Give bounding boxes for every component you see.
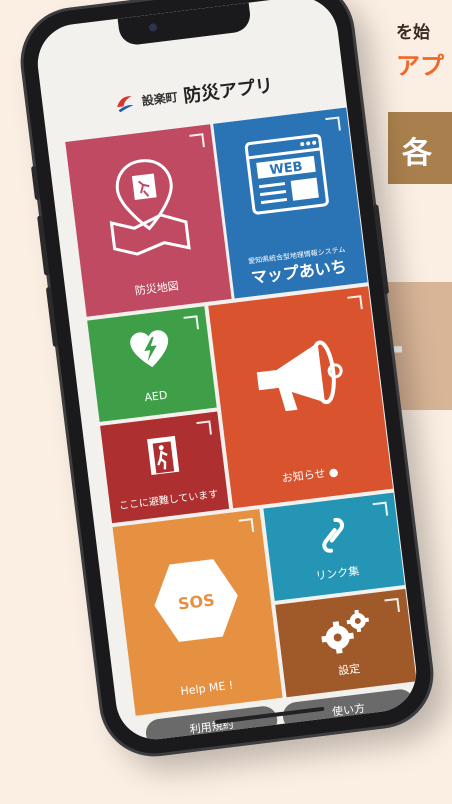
corner-mark-icon: [189, 133, 205, 149]
tile-disaster-map-label: 防災地図: [134, 279, 180, 298]
tile-links[interactable]: リンク集: [263, 492, 405, 601]
background-band: 各: [388, 112, 452, 184]
tile-sos[interactable]: SOS Help ME !: [112, 509, 283, 716]
tile-map-aichi[interactable]: WEB 愛知県統合型地理情報システム マップあいち: [213, 107, 368, 299]
corner-mark-icon: [196, 420, 212, 437]
corner-mark-icon: [384, 597, 400, 614]
tile-notices-label: お知らせ ●: [281, 465, 340, 486]
corner-mark-icon: [183, 315, 200, 331]
town-logo-icon: [117, 96, 134, 113]
app-screen: 設楽町 防災アプリ 防災地図 WEB 愛知県統合型地理情報システム マップあいち…: [33, 0, 421, 744]
phone-mockup: 設楽町 防災アプリ 防災地図 WEB 愛知県統合型地理情報システム マップあいち…: [17, 0, 437, 760]
background-heading-fragment: を始: [396, 23, 430, 43]
gears-icon: [321, 609, 369, 654]
web-icon-text: WEB: [269, 159, 304, 178]
corner-mark-icon: [372, 501, 389, 518]
camera-icon: [148, 23, 158, 32]
sos-hexagon-icon: SOS: [154, 559, 238, 642]
tile-shelter-label: ここに避難しています: [118, 489, 219, 513]
tile-settings-label: 設定: [337, 662, 361, 678]
corner-mark-icon: [238, 518, 255, 534]
heart-bolt-icon: [130, 330, 169, 368]
map-pin-icon: [109, 159, 191, 256]
link-chain-icon: [322, 517, 345, 553]
corner-mark-icon: [347, 295, 363, 311]
background-title-fragment: アプ: [396, 52, 444, 80]
tile-aed[interactable]: AED: [87, 306, 217, 422]
corner-mark-icon: [325, 116, 341, 133]
background-band-text: 各: [402, 136, 432, 171]
tile-shelter-checkin[interactable]: ここに避難しています: [100, 411, 230, 524]
evacuation-door-icon: [147, 435, 180, 476]
app-title: 防災アプリ: [182, 75, 275, 108]
tile-aed-label: AED: [143, 388, 169, 405]
tile-settings[interactable]: 設定: [275, 588, 417, 698]
megaphone-icon: [256, 340, 343, 412]
web-browser-icon: WEB: [244, 133, 329, 215]
tile-sos-label: Help ME !: [179, 678, 234, 699]
tile-disaster-map[interactable]: 防災地図: [65, 124, 232, 317]
tile-notices[interactable]: お知らせ ●: [208, 286, 393, 509]
town-name: 設楽町: [140, 89, 179, 108]
tile-links-label: リンク集: [314, 564, 361, 583]
